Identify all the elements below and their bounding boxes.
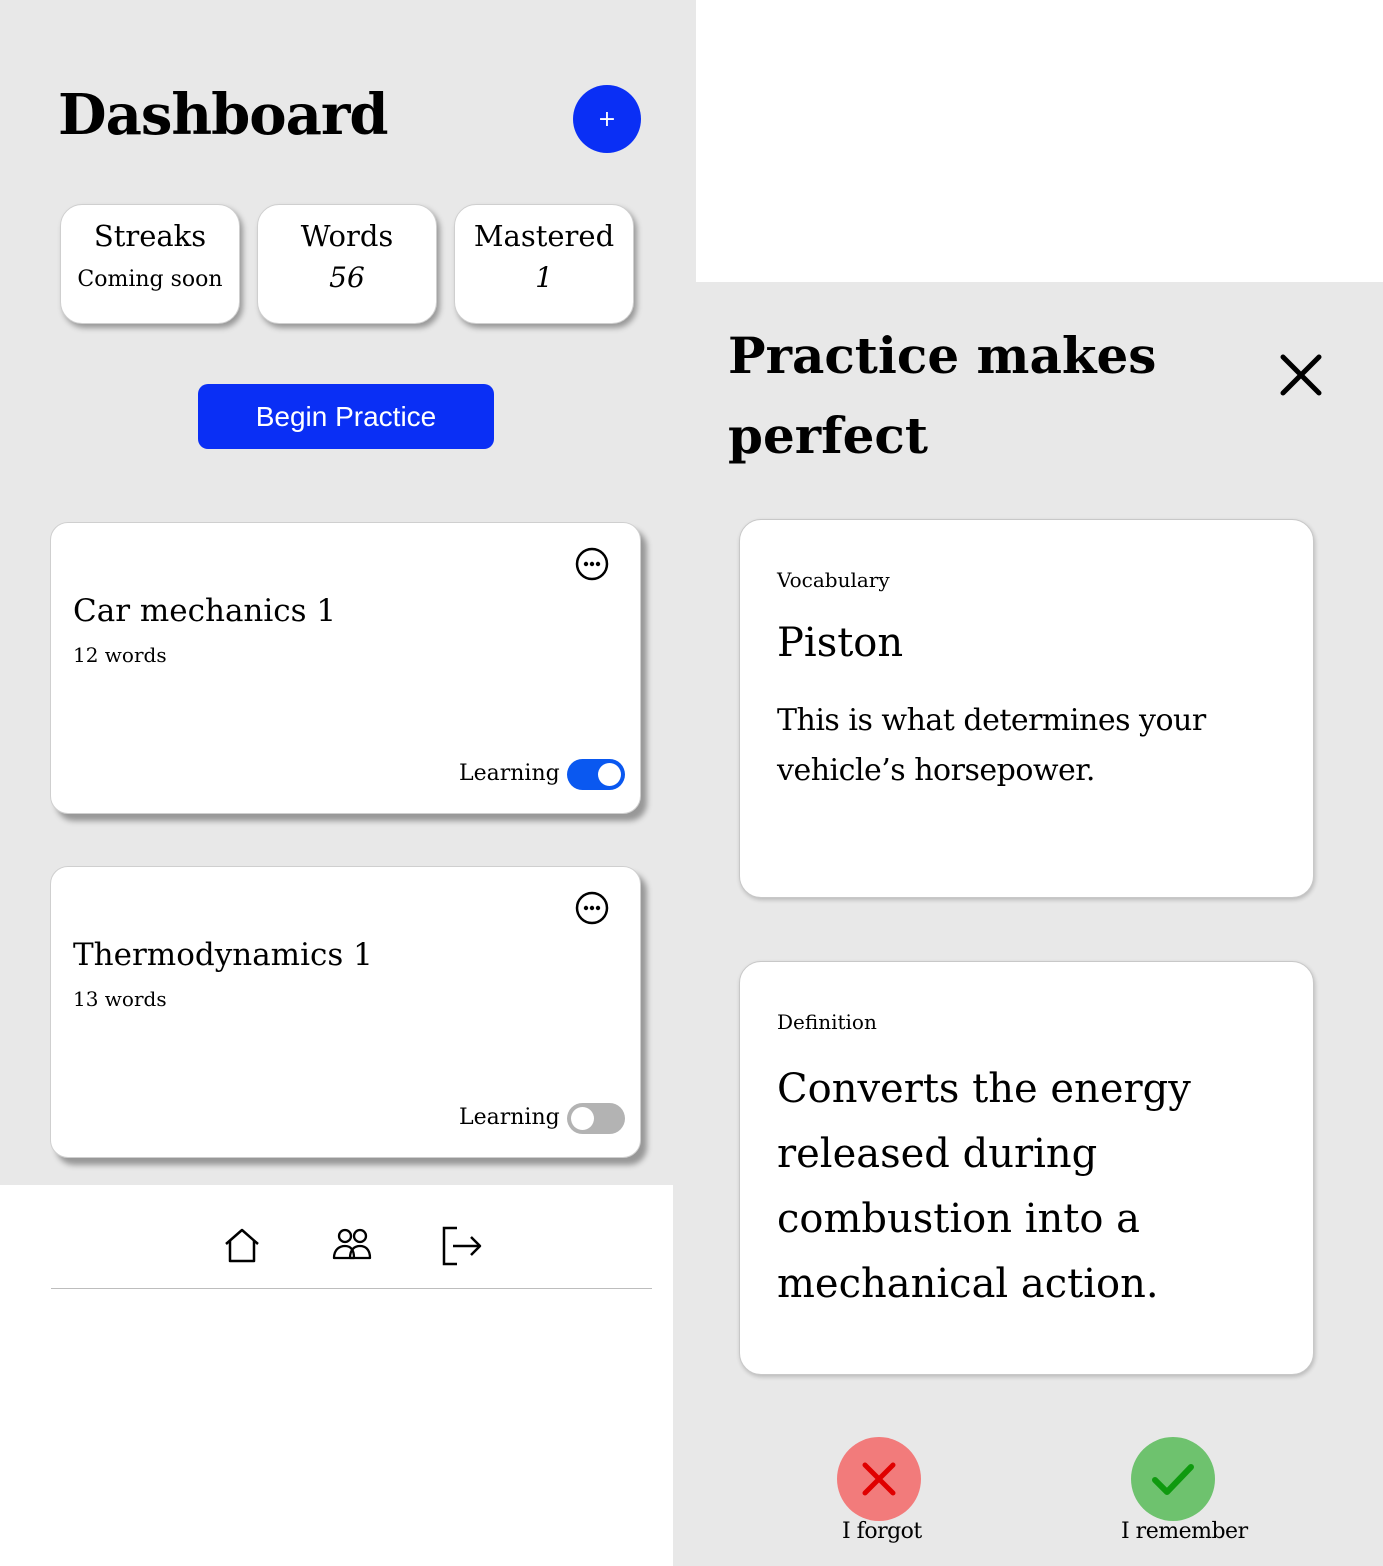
x-icon bbox=[862, 1462, 896, 1496]
deck-word-count: 13 words bbox=[73, 987, 167, 1011]
stat-value: 1 bbox=[535, 261, 553, 294]
card-label: Vocabulary bbox=[777, 568, 890, 592]
remember-label: I remember bbox=[1121, 1519, 1248, 1544]
deck-card-car-mechanics[interactable]: Car mechanics 1 12 words Learning bbox=[50, 522, 641, 814]
vocabulary-word: Piston bbox=[777, 620, 904, 666]
page-title: Dashboard bbox=[58, 82, 389, 148]
stat-label: Mastered bbox=[473, 219, 615, 253]
learning-label: Learning bbox=[459, 761, 560, 786]
deck-title: Thermodynamics 1 bbox=[73, 937, 373, 973]
home-icon[interactable] bbox=[221, 1225, 263, 1267]
stat-label: Words bbox=[300, 219, 394, 253]
deck-card-thermodynamics[interactable]: Thermodynamics 1 13 words Learning bbox=[50, 866, 641, 1158]
practice-title: Practice makes perfect bbox=[728, 326, 1157, 465]
close-icon[interactable] bbox=[1276, 350, 1326, 400]
more-options-icon[interactable] bbox=[575, 547, 609, 581]
stat-label: Streaks bbox=[93, 219, 207, 253]
begin-practice-button[interactable]: Begin Practice bbox=[198, 384, 494, 449]
stat-card-mastered: Mastered 1 bbox=[454, 204, 634, 324]
logout-icon[interactable] bbox=[441, 1225, 483, 1267]
definition-card: Definition Converts the energy released … bbox=[739, 961, 1314, 1375]
forgot-label: I forgot bbox=[842, 1519, 922, 1544]
stat-card-streaks: Streaks Coming soon bbox=[60, 204, 240, 324]
definition-text: Converts the energy released during comb… bbox=[777, 1066, 1191, 1307]
toggle-knob bbox=[598, 763, 621, 786]
stat-value: Coming soon bbox=[77, 267, 223, 292]
nav-divider bbox=[51, 1288, 652, 1289]
card-label: Definition bbox=[777, 1010, 877, 1034]
checkmark-icon bbox=[1152, 1464, 1194, 1495]
deck-word-count: 12 words bbox=[73, 643, 167, 667]
vocabulary-card: Vocabulary Piston This is what determine… bbox=[739, 519, 1314, 898]
learning-toggle[interactable] bbox=[567, 759, 625, 790]
stat-card-words: Words 56 bbox=[257, 204, 437, 324]
forgot-button[interactable] bbox=[837, 1437, 921, 1521]
learning-label: Learning bbox=[459, 1105, 560, 1130]
users-icon[interactable] bbox=[331, 1225, 373, 1267]
deck-title: Car mechanics 1 bbox=[73, 593, 337, 629]
vocabulary-hint: This is what determines your vehicle’s h… bbox=[777, 703, 1206, 788]
learning-toggle[interactable] bbox=[567, 1103, 625, 1134]
remember-button[interactable] bbox=[1131, 1437, 1215, 1521]
toggle-knob bbox=[571, 1107, 594, 1130]
add-deck-button[interactable]: + bbox=[573, 85, 641, 153]
stat-value: 56 bbox=[329, 261, 365, 294]
more-options-icon[interactable] bbox=[575, 891, 609, 925]
